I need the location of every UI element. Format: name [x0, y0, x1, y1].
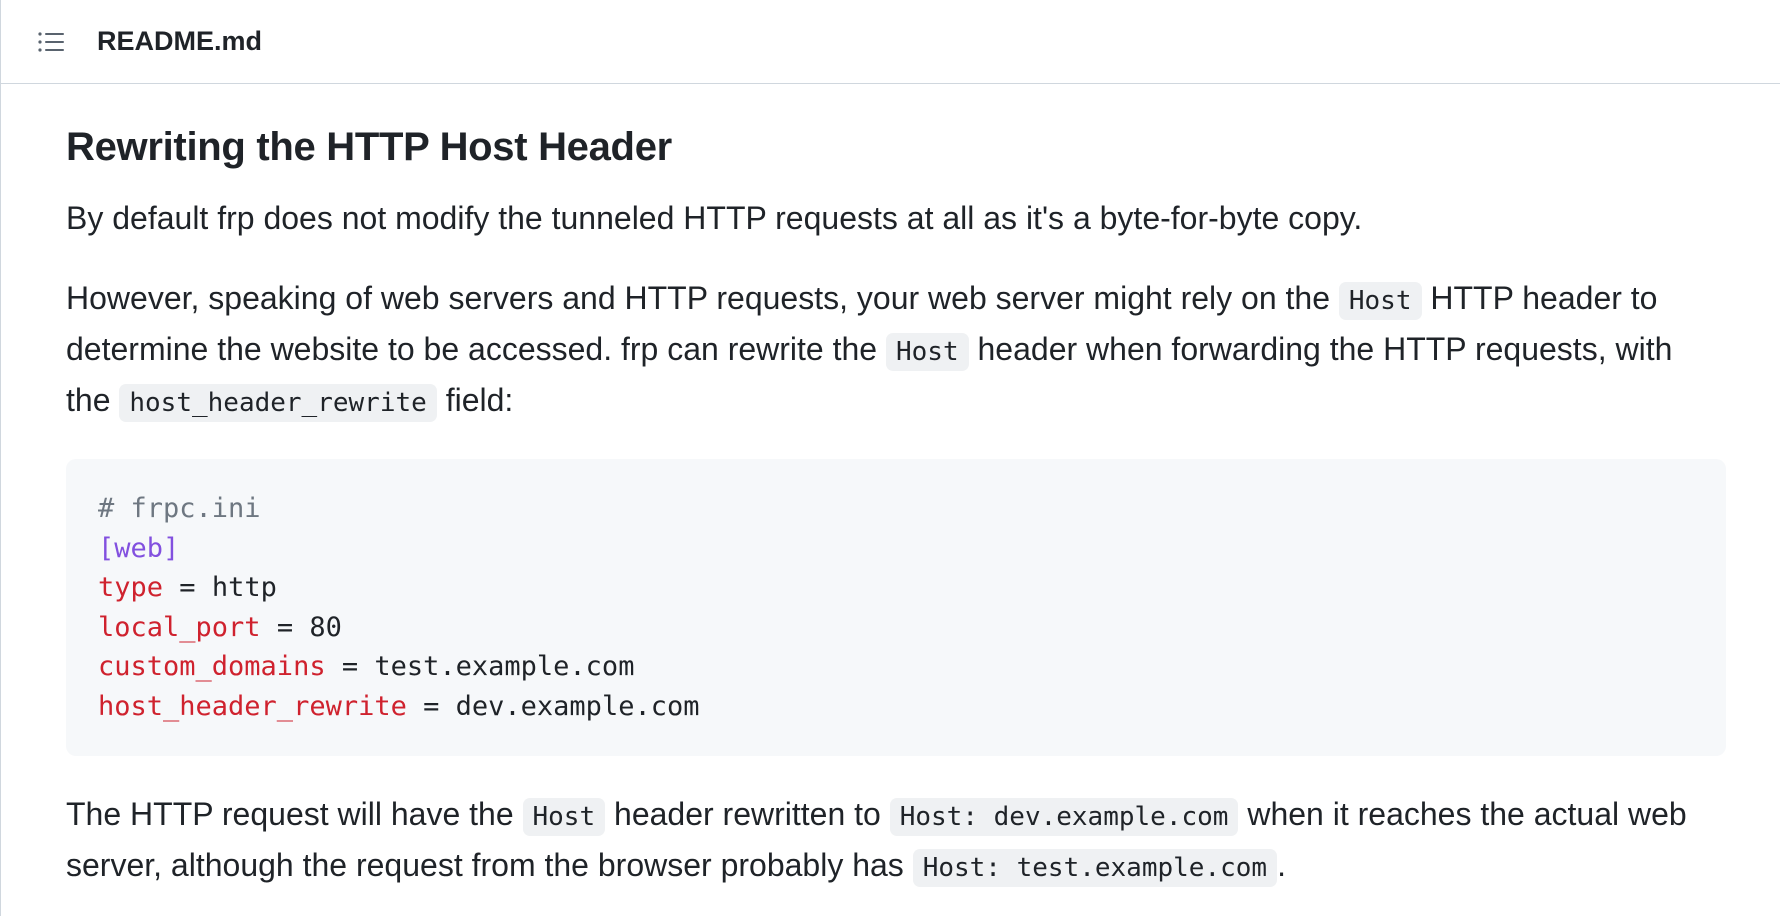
code-line: type = http — [98, 568, 1694, 608]
paragraph-text: field: — [436, 382, 514, 418]
code-key: host_header_rewrite — [98, 690, 407, 722]
code-value: test.example.com — [374, 651, 635, 682]
code-value: 80 — [309, 611, 342, 643]
code-operator: = — [163, 572, 212, 603]
code-key: custom_domains — [98, 651, 326, 682]
code-comment: # frpc.ini — [98, 493, 261, 524]
file-name: README.md — [97, 26, 263, 56]
code-key: type — [98, 572, 164, 603]
code-line: local_port = 80 — [98, 608, 1694, 648]
code-section-header: [web] — [98, 532, 180, 564]
list-unordered-icon — [38, 31, 64, 52]
code-key: local_port — [98, 611, 261, 643]
table-of-contents-button[interactable] — [33, 24, 69, 60]
paragraph-rewrite-result: The HTTP request will have the Host head… — [66, 790, 1715, 892]
paragraph-text: However, speaking of web servers and HTT… — [66, 280, 1339, 316]
paragraph-default-behavior: By default frp does not modify the tunne… — [66, 200, 1363, 236]
paragraph-host-header-explanation: However, speaking of web servers and HTT… — [66, 274, 1715, 427]
paragraph-text: header rewritten to — [605, 796, 890, 832]
code-block[interactable]: # frpc.ini [web] type = http local_port = 8… — [66, 459, 1726, 756]
code-line: custom_domains = test.example.com — [98, 647, 1694, 687]
inline-code: Host — [885, 333, 969, 371]
readme-panel: README.md Rewriting the HTTP Host Header… — [0, 0, 1780, 916]
inline-code: Host: dev.example.com — [889, 798, 1239, 836]
code-value: dev.example.com — [455, 690, 700, 722]
paragraph-text: The HTTP request will have the — [66, 796, 523, 832]
markdown-body: Rewriting the HTTP Host Header By defaul… — [1, 84, 1780, 892]
inline-code: host_header_rewrite — [119, 384, 437, 422]
paragraph-text: . — [1277, 847, 1286, 883]
code-line: host_header_rewrite = dev.example.com — [98, 687, 1694, 727]
inline-code: Host — [1338, 282, 1422, 320]
code-value: http — [211, 572, 277, 603]
file-header: README.md — [1, 0, 1780, 84]
inline-code: Host: test.example.com — [912, 849, 1278, 887]
code-operator: = — [325, 651, 375, 682]
inline-code: Host — [522, 798, 606, 836]
section-heading: Rewriting the HTTP Host Header — [66, 125, 672, 169]
code-operator: = — [260, 611, 310, 643]
code-operator: = — [406, 690, 456, 722]
